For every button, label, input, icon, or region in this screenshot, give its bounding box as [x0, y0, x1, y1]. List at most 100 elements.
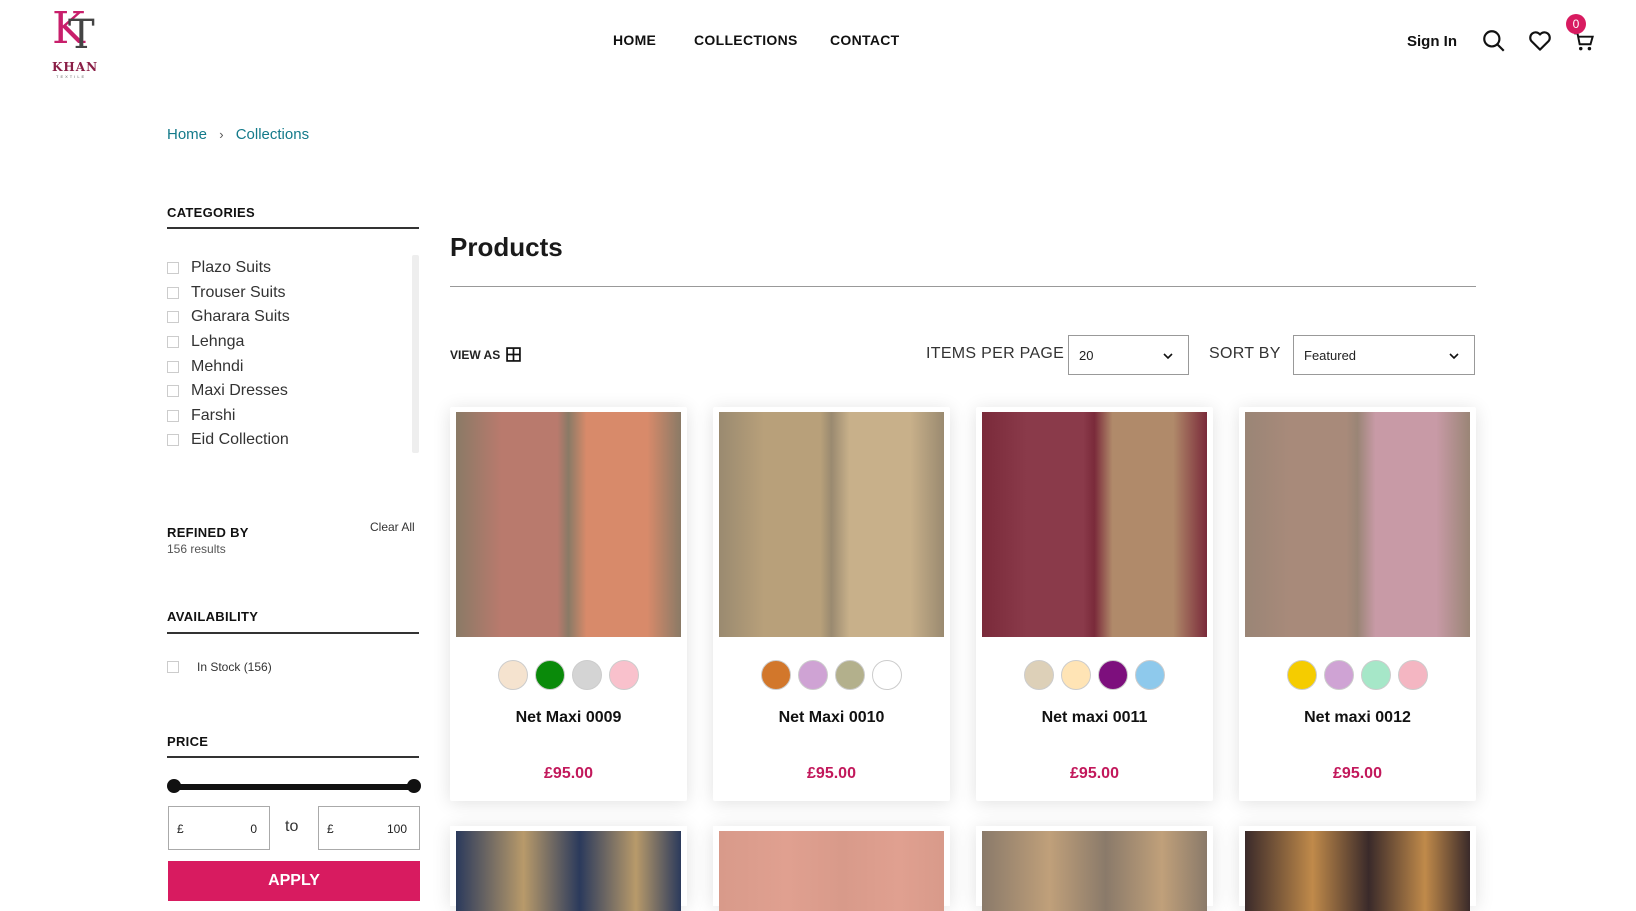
product-card[interactable]: [450, 826, 687, 911]
price-min-value: 0: [250, 822, 257, 836]
product-image[interactable]: [982, 412, 1207, 637]
product-name[interactable]: Net Maxi 0009: [450, 709, 687, 727]
product-price: £95.00: [807, 765, 856, 782]
product-image[interactable]: [1245, 831, 1470, 911]
category-label: Gharara Suits: [191, 308, 290, 326]
category-checkbox[interactable]: [167, 311, 179, 324]
sort-by-select[interactable]: Featured: [1293, 335, 1475, 375]
breadcrumb-collections[interactable]: Collections: [236, 126, 309, 143]
category-checkbox[interactable]: [167, 360, 179, 373]
color-swatch[interactable]: [1135, 660, 1165, 690]
product-image[interactable]: [719, 412, 944, 637]
color-swatches: [713, 660, 950, 690]
product-price: £95.00: [544, 765, 593, 782]
in-stock-checkbox[interactable]: [167, 661, 179, 673]
color-swatch[interactable]: [761, 660, 791, 690]
product-name[interactable]: Net Maxi 0010: [713, 709, 950, 727]
category-item[interactable]: Farshi: [167, 404, 419, 429]
title-divider: [450, 286, 1476, 287]
product-image[interactable]: [719, 831, 944, 911]
product-card[interactable]: Net maxi 0012 £95.00: [1239, 407, 1476, 801]
product-image[interactable]: [456, 831, 681, 911]
product-image[interactable]: [456, 412, 681, 637]
main-nav: HOME COLLECTIONS CONTACT: [0, 32, 1636, 52]
price-max-handle[interactable]: [407, 779, 421, 793]
color-swatches: [976, 660, 1213, 690]
color-swatch[interactable]: [535, 660, 565, 690]
breadcrumb-home[interactable]: Home: [167, 126, 207, 143]
category-item[interactable]: Eid Collection: [167, 428, 419, 453]
category-checkbox[interactable]: [167, 262, 179, 275]
currency-symbol: £: [177, 822, 184, 836]
color-swatches: [450, 660, 687, 690]
category-item[interactable]: Trouser Suits: [167, 281, 419, 306]
product-price: £95.00: [1333, 765, 1382, 782]
product-card[interactable]: [976, 826, 1213, 911]
product-card[interactable]: [1239, 826, 1476, 911]
view-as-label: VIEW AS: [450, 347, 501, 362]
apply-button[interactable]: APPLY: [168, 861, 420, 901]
product-name[interactable]: Net maxi 0011: [976, 709, 1213, 727]
nav-collections[interactable]: COLLECTIONS: [694, 32, 798, 48]
category-label: Lehnga: [191, 333, 245, 351]
page-title: Products: [450, 232, 563, 262]
category-checkbox[interactable]: [167, 434, 179, 447]
price-to-label: to: [285, 818, 299, 835]
in-stock-filter[interactable]: In Stock (156): [167, 660, 272, 674]
color-swatch[interactable]: [1098, 660, 1128, 690]
color-swatch[interactable]: [1024, 660, 1054, 690]
sign-in-link[interactable]: Sign In: [1407, 33, 1457, 50]
price-max-input[interactable]: £ 100: [318, 806, 420, 850]
category-checkbox[interactable]: [167, 385, 179, 398]
color-swatch[interactable]: [1361, 660, 1391, 690]
category-label: Eid Collection: [191, 431, 289, 449]
price-max-value: 100: [386, 822, 407, 836]
price-min-input[interactable]: £ 0: [168, 806, 270, 850]
price-divider: [167, 756, 419, 758]
breadcrumb-separator: ›: [219, 127, 224, 142]
color-swatch[interactable]: [1061, 660, 1091, 690]
product-price: £95.00: [1070, 765, 1119, 782]
product-name[interactable]: Net maxi 0012: [1239, 709, 1476, 727]
category-checkbox[interactable]: [167, 336, 179, 349]
category-list: Plazo Suits Trouser Suits Gharara Suits …: [167, 256, 419, 453]
nav-contact[interactable]: CONTACT: [830, 32, 900, 48]
category-item[interactable]: Plazo Suits: [167, 256, 419, 281]
category-item[interactable]: Maxi Dresses: [167, 379, 419, 404]
color-swatch[interactable]: [1287, 660, 1317, 690]
nav-home[interactable]: HOME: [613, 32, 656, 48]
search-icon[interactable]: [1481, 28, 1507, 54]
categories-heading: CATEGORIES: [167, 205, 255, 220]
price-min-handle[interactable]: [167, 779, 181, 793]
product-card[interactable]: Net maxi 0011 £95.00: [976, 407, 1213, 801]
product-card[interactable]: [713, 826, 950, 911]
grid-view-icon[interactable]: [506, 347, 522, 362]
category-checkbox[interactable]: [167, 286, 179, 299]
category-label: Plazo Suits: [191, 259, 272, 277]
product-card[interactable]: Net Maxi 0009 £95.00: [450, 407, 687, 801]
category-item[interactable]: Gharara Suits: [167, 305, 419, 330]
heart-icon[interactable]: [1527, 28, 1553, 54]
category-checkbox[interactable]: [167, 409, 179, 422]
color-swatch[interactable]: [1324, 660, 1354, 690]
color-swatch[interactable]: [1398, 660, 1428, 690]
color-swatch[interactable]: [609, 660, 639, 690]
product-image[interactable]: [1245, 412, 1470, 637]
color-swatch[interactable]: [872, 660, 902, 690]
color-swatch[interactable]: [798, 660, 828, 690]
color-swatch[interactable]: [572, 660, 602, 690]
sort-by-label: SORT BY: [1209, 345, 1281, 362]
price-range-slider[interactable]: [167, 779, 421, 793]
category-item[interactable]: Mehndi: [167, 354, 419, 379]
category-item[interactable]: Lehnga: [167, 330, 419, 355]
items-per-page-select[interactable]: 20: [1068, 335, 1189, 375]
in-stock-label: In Stock (156): [197, 660, 272, 674]
items-per-page-label: ITEMS PER PAGE: [926, 345, 1065, 362]
category-scrollbar[interactable]: [412, 255, 419, 453]
color-swatch[interactable]: [498, 660, 528, 690]
categories-divider: [167, 227, 419, 229]
color-swatch[interactable]: [835, 660, 865, 690]
product-card[interactable]: Net Maxi 0010 £95.00: [713, 407, 950, 801]
clear-all-link[interactable]: Clear All: [370, 520, 415, 534]
product-image[interactable]: [982, 831, 1207, 911]
